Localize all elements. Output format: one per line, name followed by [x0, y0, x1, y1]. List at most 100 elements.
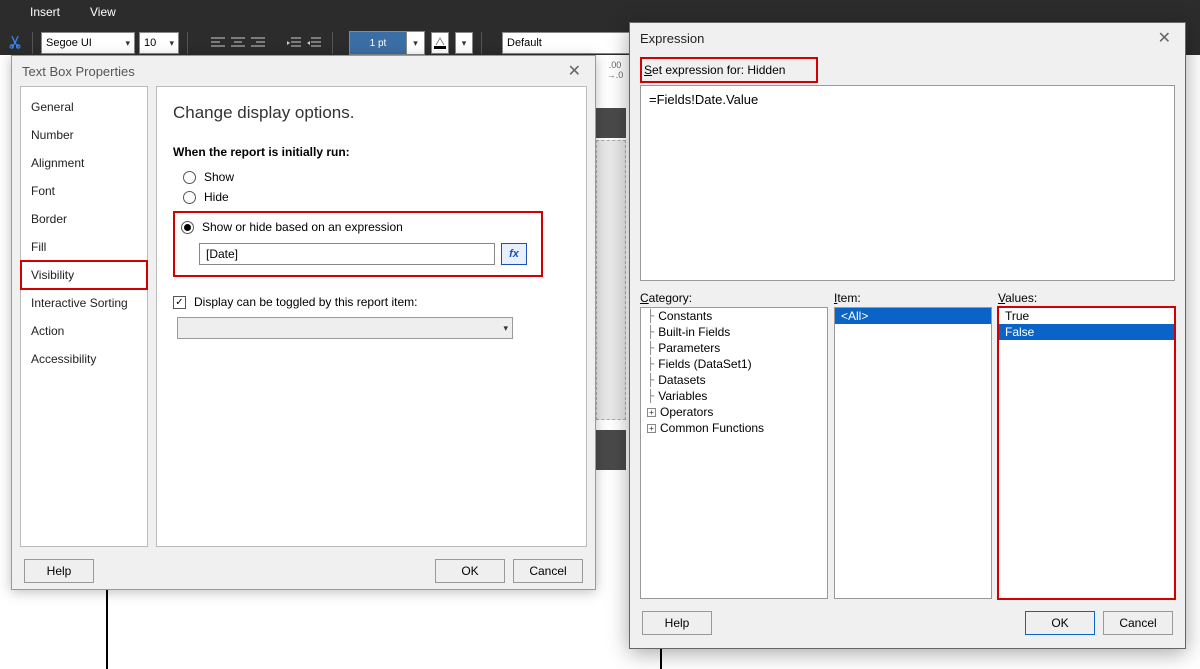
item-listbox[interactable]: <All> [834, 307, 992, 599]
value-false[interactable]: False [999, 324, 1174, 340]
toggle-checkbox-row[interactable]: ✓ Display can be toggled by this report … [173, 295, 570, 309]
expand-icon[interactable]: + [647, 408, 656, 417]
nav-alignment[interactable]: Alignment [21, 149, 147, 177]
border-style-button[interactable]: ▾ [455, 32, 473, 54]
design-block [596, 430, 626, 470]
toggle-item-select[interactable]: ▾ [177, 317, 513, 339]
radio-label: Show [204, 170, 234, 184]
help-button[interactable]: Help [24, 559, 94, 583]
nav-fill[interactable]: Fill [21, 233, 147, 261]
dialog-nav: General Number Alignment Font Border Fil… [20, 86, 148, 547]
help-button[interactable]: Help [642, 611, 712, 635]
chevron-down-icon: ▾ [125, 38, 130, 49]
align-center-icon[interactable] [228, 33, 248, 53]
highlight-box: Set expression for: Hidden [640, 57, 818, 83]
separator [481, 32, 482, 54]
radio-label: Show or hide based on an expression [202, 220, 403, 234]
close-icon[interactable]: ✕ [564, 61, 585, 81]
nav-interactive-sorting[interactable]: Interactive Sorting [21, 289, 147, 317]
style-select[interactable]: Default▾ [502, 32, 650, 54]
tree-item-parameters[interactable]: ├Parameters [641, 340, 827, 356]
indent-icon[interactable] [304, 33, 324, 53]
nav-number[interactable]: Number [21, 121, 147, 149]
tree-item-datasets[interactable]: ├Datasets [641, 372, 827, 388]
tree-item-builtin-fields[interactable]: ├Built-in Fields [641, 324, 827, 340]
separator [187, 32, 188, 54]
dialog-main-panel: Change display options. When the report … [156, 86, 587, 547]
fx-button[interactable]: fx [501, 243, 527, 265]
section-heading: Change display options. [173, 103, 570, 123]
align-left-icon[interactable] [208, 33, 228, 53]
values-label: Values: [998, 291, 1175, 307]
tree-item-fields[interactable]: ├Fields (DataSet1) [641, 356, 827, 372]
nav-accessibility[interactable]: Accessibility [21, 345, 147, 373]
tree-item-constants[interactable]: ├Constants [641, 308, 827, 324]
ribbon-tabs: Insert View [30, 0, 116, 24]
ok-button[interactable]: OK [1025, 611, 1095, 635]
font-name-select[interactable]: Segoe UI ▾ [41, 32, 135, 54]
dialog-title: Expression [640, 31, 704, 46]
highlight-box: Show or hide based on an expression fx [173, 211, 543, 277]
checkbox-label: Display can be toggled by this report it… [194, 295, 417, 309]
category-label: Category: [640, 291, 828, 307]
annotation-line [660, 648, 662, 669]
outdent-icon[interactable] [284, 33, 304, 53]
dialog-footer: Help OK Cancel [12, 553, 595, 589]
radio-show[interactable]: Show [173, 167, 570, 187]
chevron-down-icon: ▾ [503, 323, 508, 334]
tree-item-common-functions[interactable]: +Common Functions [641, 420, 827, 436]
nav-general[interactable]: General [21, 93, 147, 121]
expression-input[interactable] [199, 243, 495, 265]
dialog-titlebar: Text Box Properties ✕ [12, 56, 595, 86]
nav-font[interactable]: Font [21, 177, 147, 205]
nav-visibility[interactable]: Visibility [21, 261, 147, 289]
dialog-footer: Help OK Cancel [630, 604, 1185, 648]
tree-item-operators[interactable]: +Operators [641, 404, 827, 420]
separator [32, 32, 33, 54]
checkbox-icon: ✓ [173, 296, 186, 309]
nav-action[interactable]: Action [21, 317, 147, 345]
radio-icon [183, 191, 196, 204]
expression-dialog: Expression ✕ Set expression for: Hidden … [629, 22, 1186, 649]
radio-hide[interactable]: Hide [173, 187, 570, 207]
font-size-select[interactable]: 10 ▾ [139, 32, 179, 54]
value-true[interactable]: True [999, 308, 1174, 324]
set-expression-label: Set expression for: Hidden [644, 59, 812, 79]
dialog-titlebar: Expression ✕ [630, 23, 1185, 53]
radio-icon [181, 221, 194, 234]
chevron-down-icon: ▾ [462, 38, 467, 49]
cancel-button[interactable]: Cancel [1103, 611, 1173, 635]
chevron-down-icon: ▾ [169, 38, 174, 49]
align-right-icon[interactable] [248, 33, 268, 53]
cut-icon[interactable] [6, 34, 24, 52]
style-value: Default [507, 37, 542, 49]
textbox-properties-dialog: Text Box Properties ✕ General Number Ali… [11, 55, 596, 590]
dialog-title: Text Box Properties [22, 64, 135, 79]
expression-textarea[interactable]: =Fields!Date.Value [640, 85, 1175, 281]
values-listbox[interactable]: True False [998, 307, 1175, 599]
radio-icon [183, 171, 196, 184]
category-listbox[interactable]: ├Constants ├Built-in Fields ├Parameters … [640, 307, 828, 599]
ribbon-tab-insert[interactable]: Insert [30, 5, 60, 19]
expand-icon[interactable]: + [647, 424, 656, 433]
border-width-select[interactable]: 1 pt ▾ [349, 31, 425, 55]
radio-expression[interactable]: Show or hide based on an expression [181, 217, 535, 237]
indent-group [284, 33, 324, 53]
font-size-value: 10 [144, 37, 156, 49]
design-block [596, 108, 626, 138]
tree-item-variables[interactable]: ├Variables [641, 388, 827, 404]
close-icon[interactable]: ✕ [1154, 28, 1175, 48]
radio-label: Hide [204, 190, 229, 204]
border-color-button[interactable] [431, 32, 449, 54]
cancel-button[interactable]: Cancel [513, 559, 583, 583]
chevron-down-icon: ▾ [406, 32, 424, 54]
item-all[interactable]: <All> [835, 308, 991, 324]
ok-button[interactable]: OK [435, 559, 505, 583]
font-name-value: Segoe UI [46, 37, 92, 49]
align-group [208, 33, 268, 53]
separator [332, 32, 333, 54]
item-label: Item: [834, 291, 992, 307]
nav-border[interactable]: Border [21, 205, 147, 233]
annotation-line [106, 590, 108, 669]
ribbon-tab-view[interactable]: View [90, 5, 116, 19]
